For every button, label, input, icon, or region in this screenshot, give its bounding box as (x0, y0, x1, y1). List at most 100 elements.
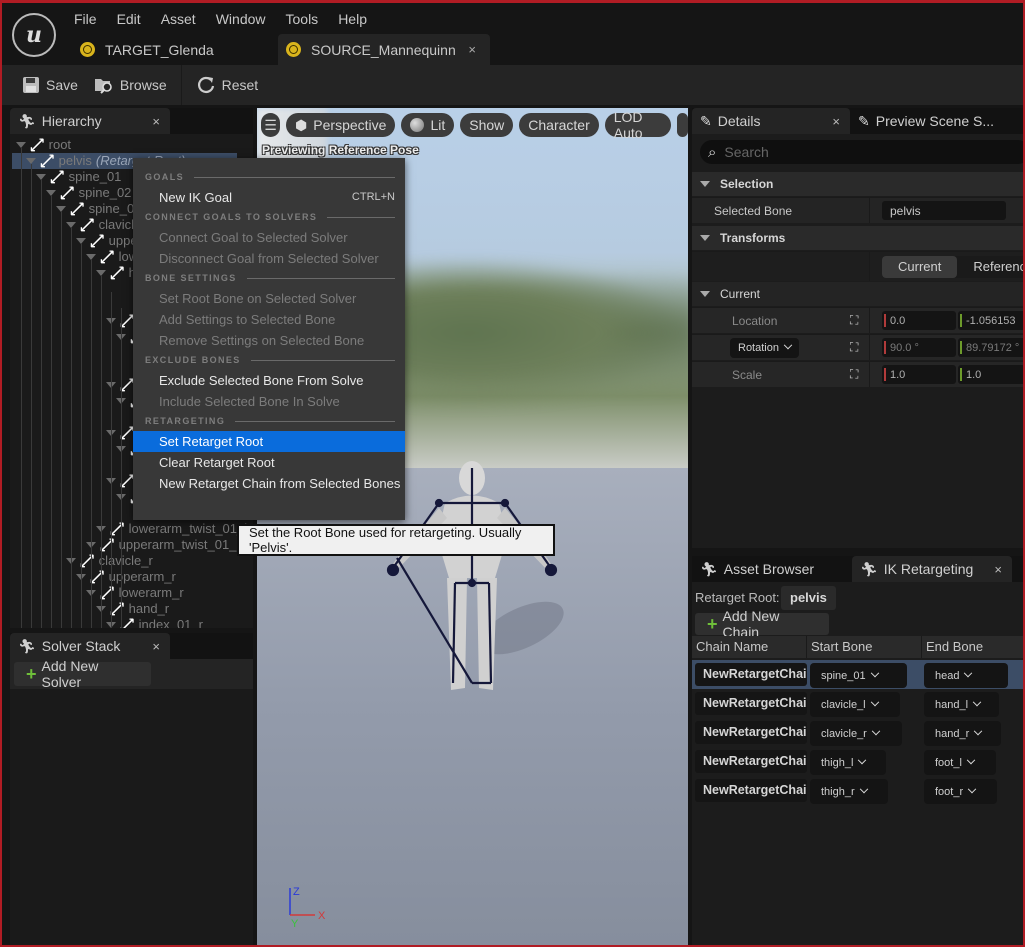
menu-item-disconnect-goal-from-selected-solver[interactable]: Disconnect Goal from Selected Solver (133, 248, 405, 269)
tree-row[interactable]: ⟷ upperarm_twist_01_l (86, 533, 239, 557)
menu-item-include-selected-bone-in-solve[interactable]: Include Selected Bone In Solve (133, 391, 405, 412)
add-new-chain-button[interactable]: + Add New Chain (695, 608, 829, 640)
add-new-solver-button[interactable]: + Add New Solver (14, 658, 151, 690)
coordinate-space-icon[interactable]: ⛶ (850, 340, 858, 355)
tree-row[interactable]: ⟷ spine_02 (46, 181, 132, 205)
character-button[interactable]: Character (519, 113, 599, 137)
menu-item-new-retarget-chain-from-selected-bones[interactable]: New Retarget Chain from Selected Bones (133, 473, 405, 494)
menu-edit[interactable]: Edit (107, 8, 151, 30)
menu-item-set-root-bone-on-selected-solver[interactable]: Set Root Bone on Selected Solver (133, 288, 405, 309)
start-bone-dropdown[interactable]: thigh_r (810, 779, 888, 804)
tab-ik-retargeting[interactable]: 🏃︎ IK Retargeting × (852, 556, 1012, 582)
tree-row[interactable]: ⟷ root (16, 134, 71, 157)
lod-button[interactable]: LOD Auto (604, 109, 671, 141)
close-panel-icon[interactable]: × (142, 639, 160, 654)
more-viewport-options-button[interactable] (676, 113, 688, 137)
doc-tab-target-glenda[interactable]: TARGET_Glenda (72, 34, 278, 65)
toggle-current[interactable]: Current (882, 256, 958, 278)
start-bone-dropdown[interactable]: spine_01 (810, 663, 907, 688)
chain-row[interactable]: NewRetargetChai clavicle_r hand_r (692, 718, 1023, 747)
bone-name: spine_02 (78, 185, 132, 200)
tab-asset-browser[interactable]: 🏃︎ Asset Browser (692, 556, 852, 582)
coordinate-space-icon[interactable]: ⛶ (850, 313, 858, 328)
chain-name-field[interactable]: NewRetargetChai (695, 750, 807, 773)
details-search-input[interactable]: ⌕ Search (700, 140, 1023, 164)
category-current[interactable]: Current (692, 282, 1023, 306)
plus-icon: + (707, 614, 718, 634)
rotation-mode-dropdown[interactable]: Rotation (730, 337, 799, 358)
menu-item-remove-settings-on-selected-bone[interactable]: Remove Settings on Selected Bone (133, 330, 405, 351)
tree-guide-line (71, 228, 72, 628)
chain-row[interactable]: NewRetargetChai spine_01 head (692, 660, 1023, 689)
prop-selected-bone: Selected Bone pelvis (692, 197, 1023, 223)
end-bone-dropdown[interactable]: foot_r (924, 779, 997, 804)
menu-file[interactable]: File (64, 8, 107, 30)
tab-solver-stack[interactable]: 🏃︎ Solver Stack × (10, 633, 170, 659)
menu-item-new-ik-goal[interactable]: New IK Goal CTRL+N (133, 187, 405, 208)
end-bone-dropdown[interactable]: hand_r (924, 721, 1001, 746)
save-button[interactable]: Save (14, 70, 86, 100)
menu-item-clear-retarget-root[interactable]: Clear Retarget Root (133, 452, 405, 473)
show-button[interactable]: Show (460, 113, 514, 137)
viewport-menu-button[interactable]: ☰ (261, 113, 281, 137)
start-bone-dropdown[interactable]: clavicle_l (810, 692, 900, 717)
chain-list: NewRetargetChai spine_01 head NewRetargetCh… (692, 660, 1023, 810)
reset-button[interactable]: Reset (188, 70, 267, 100)
column-header-end-bone[interactable]: End Bone (922, 636, 1023, 658)
chain-name-field[interactable]: NewRetargetChai (695, 663, 807, 686)
toggle-reference[interactable]: Reference (957, 256, 1023, 278)
current-reference-toggle: Current Reference (882, 256, 1023, 278)
rotation-x-field[interactable]: 90.0 ° (882, 338, 956, 357)
expand-arrow-icon (700, 181, 710, 187)
browse-button[interactable]: Browse (86, 70, 175, 100)
menu-window[interactable]: Window (206, 8, 276, 30)
end-bone-dropdown[interactable]: foot_l (924, 750, 996, 775)
tree-row[interactable]: ⟷ spine_03 (56, 197, 141, 221)
column-header-chain-name[interactable]: Chain Name (692, 636, 807, 658)
location-y-field[interactable]: -1.056153 (958, 311, 1023, 330)
tree-row[interactable]: ⟷ spine_01 (36, 165, 121, 189)
tab-hierarchy[interactable]: 🏃︎ Hierarchy × (10, 108, 170, 134)
close-panel-icon[interactable]: × (984, 562, 1002, 577)
rotation-y-field[interactable]: 89.79172 ° (958, 338, 1023, 357)
close-panel-icon[interactable]: × (142, 114, 160, 129)
start-bone-dropdown[interactable]: thigh_l (810, 750, 886, 775)
tree-row[interactable]: ⟷ lowerarm_twist_01_l (96, 517, 247, 541)
chain-name-field[interactable]: NewRetargetChai (695, 779, 807, 802)
menu-asset[interactable]: Asset (151, 8, 206, 30)
tree-row[interactable]: ⟷ hand_r (96, 597, 169, 621)
close-panel-icon[interactable]: × (822, 114, 840, 129)
tree-guide-line (51, 196, 52, 628)
tree-row[interactable]: ⟷ clavicle_r (66, 549, 153, 573)
scale-x-field[interactable]: 1.0 (882, 365, 956, 384)
scale-y-field[interactable]: 1.0 (958, 365, 1023, 384)
close-tab-icon[interactable]: × (468, 42, 476, 57)
location-x-field[interactable]: 0.0 (882, 311, 956, 330)
coordinate-space-icon[interactable]: ⛶ (850, 367, 858, 382)
chain-row[interactable]: NewRetargetChai clavicle_l hand_l (692, 689, 1023, 718)
category-label: Current (720, 287, 761, 301)
chain-name-field[interactable]: NewRetargetChai (695, 721, 807, 744)
menu-help[interactable]: Help (328, 8, 377, 30)
menu-item-set-retarget-root[interactable]: Set Retarget Root (133, 431, 405, 452)
unreal-logo-icon[interactable]: u (12, 13, 56, 57)
chain-row[interactable]: NewRetargetChai thigh_r foot_r (692, 776, 1023, 805)
chain-row[interactable]: NewRetargetChai thigh_l foot_l (692, 747, 1023, 776)
tab-preview-scene-settings[interactable]: ✎ Preview Scene S... (850, 108, 1023, 134)
lit-button[interactable]: Lit (401, 113, 455, 137)
end-bone-dropdown[interactable]: hand_l (924, 692, 999, 717)
perspective-button[interactable]: ⬢ Perspective (286, 113, 396, 137)
menu-tools[interactable]: Tools (276, 8, 329, 30)
column-header-start-bone[interactable]: Start Bone (807, 636, 922, 658)
tab-details[interactable]: ✎ Details × (692, 108, 850, 134)
start-bone-dropdown[interactable]: clavicle_r (810, 721, 902, 746)
doc-tab-source-mannequinn[interactable]: SOURCE_Mannequinn × (278, 34, 490, 65)
end-bone-dropdown[interactable]: head (924, 663, 1008, 688)
menu-item-add-settings-to-selected-bone[interactable]: Add Settings to Selected Bone (133, 309, 405, 330)
menu-item-exclude-selected-bone-from-solve[interactable]: Exclude Selected Bone From Solve (133, 370, 405, 391)
category-selection[interactable]: Selection (692, 172, 1023, 196)
category-transforms[interactable]: Transforms (692, 226, 1023, 250)
tree-guide-line (81, 244, 82, 628)
chain-name-field[interactable]: NewRetargetChai (695, 692, 807, 715)
menu-item-connect-goal-to-selected-solver[interactable]: Connect Goal to Selected Solver (133, 227, 405, 248)
